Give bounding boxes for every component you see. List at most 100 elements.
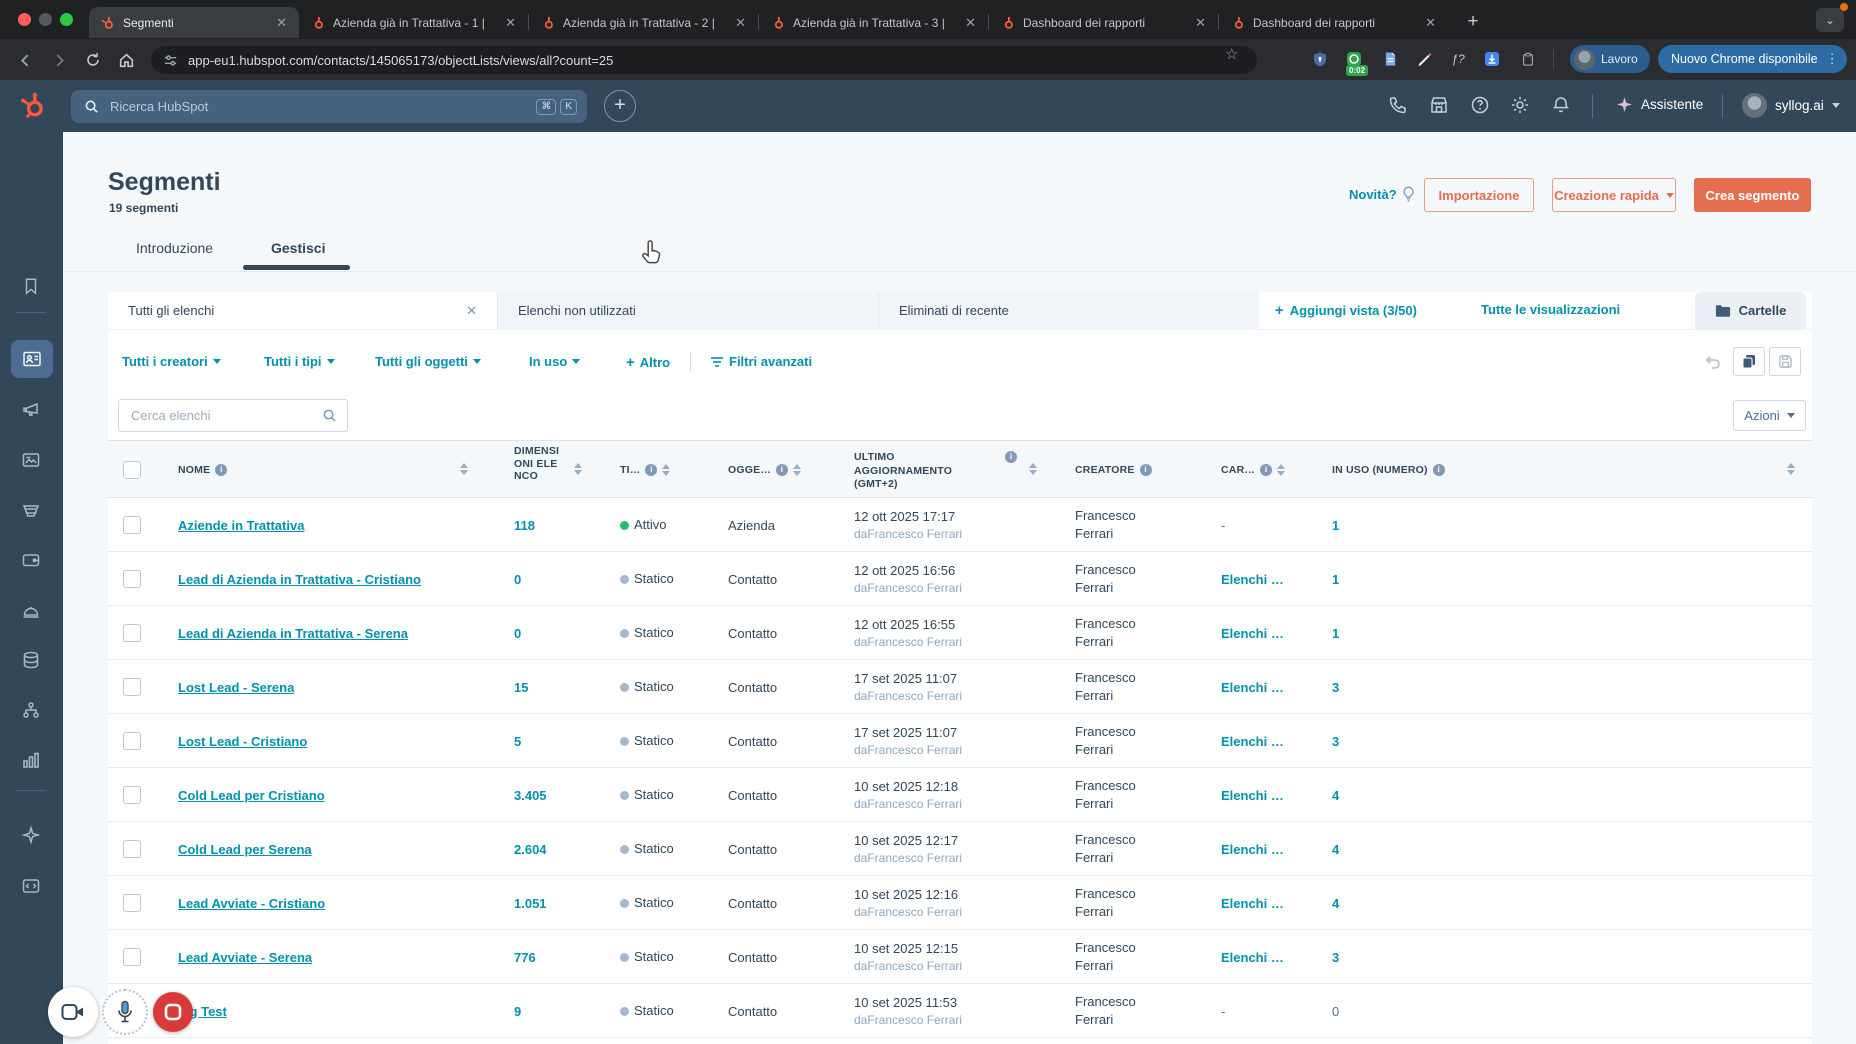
sidebar-item-data[interactable] bbox=[17, 646, 45, 674]
list-name-link[interactable]: Cold Lead per Serena bbox=[178, 822, 508, 876]
close-tab-icon[interactable]: ✕ bbox=[1423, 14, 1438, 31]
back-button[interactable] bbox=[12, 47, 38, 73]
list-search-input[interactable] bbox=[129, 407, 322, 424]
download-extension-icon[interactable] bbox=[1482, 49, 1502, 69]
create-segment-button[interactable]: Crea segmento bbox=[1694, 178, 1811, 212]
folder-link[interactable]: Elenchi … bbox=[1221, 876, 1313, 930]
list-size-link[interactable]: 0 bbox=[514, 606, 574, 660]
list-size-link[interactable]: 1.051 bbox=[514, 876, 574, 930]
save-view-button[interactable] bbox=[1769, 347, 1801, 376]
undo-button[interactable] bbox=[1697, 347, 1729, 376]
tab-search-chevron-icon[interactable]: ⌄ bbox=[1816, 8, 1844, 32]
import-button[interactable]: Importazione bbox=[1424, 178, 1534, 212]
folder-link[interactable]: Elenchi … bbox=[1221, 930, 1313, 984]
hubspot-logo[interactable] bbox=[18, 91, 48, 121]
settings-gear-icon[interactable] bbox=[1510, 95, 1532, 117]
global-search-input[interactable] bbox=[108, 98, 537, 115]
in-use-count-link[interactable]: 1 bbox=[1332, 606, 1392, 660]
list-size-link[interactable]: 776 bbox=[514, 930, 574, 984]
calls-icon[interactable] bbox=[1388, 95, 1410, 117]
sidebar-item-automation[interactable] bbox=[17, 696, 45, 724]
folder-link[interactable]: Elenchi … bbox=[1221, 606, 1313, 660]
in-use-count-link[interactable]: 1 bbox=[1332, 552, 1392, 606]
sidebar-item-service[interactable] bbox=[17, 597, 45, 625]
password-shield-icon[interactable] bbox=[1310, 49, 1330, 69]
tab-gestisci[interactable]: Gestisci bbox=[271, 240, 325, 256]
in-use-count-link[interactable]: 3 bbox=[1332, 660, 1392, 714]
sort-icon[interactable] bbox=[574, 463, 582, 475]
column-header-type[interactable]: TI… i bbox=[620, 464, 671, 476]
sidebar-item-marketing[interactable] bbox=[17, 395, 45, 423]
sidebar-item-commerce[interactable] bbox=[17, 546, 45, 574]
column-header-updated[interactable]: ULTIMO AGGIORNAMENTO (GMT+2) bbox=[854, 451, 994, 492]
list-name-link[interactable]: log Test bbox=[178, 984, 508, 1038]
forward-button[interactable] bbox=[46, 47, 72, 73]
in-use-count-link[interactable]: 3 bbox=[1332, 714, 1392, 768]
row-checkbox[interactable] bbox=[123, 732, 141, 750]
browser-menu-icon[interactable]: ⋮ bbox=[1826, 51, 1839, 67]
global-search[interactable]: ⌘ K bbox=[71, 90, 587, 123]
close-tab-icon[interactable]: ✕ bbox=[274, 14, 289, 31]
column-header-name[interactable]: NOME i bbox=[178, 464, 228, 476]
sort-icon[interactable] bbox=[1277, 464, 1286, 476]
info-icon[interactable]: i bbox=[1260, 464, 1273, 476]
row-checkbox[interactable] bbox=[123, 894, 141, 912]
address-bar[interactable]: app-eu1.hubspot.com/contacts/145065173/o… bbox=[151, 46, 1257, 74]
column-header-folder[interactable]: CAR… i bbox=[1221, 464, 1286, 476]
sidebar-item-bookmarks[interactable] bbox=[17, 272, 45, 300]
sidebar-item-developer[interactable] bbox=[17, 872, 45, 900]
browser-profile-chip[interactable]: Lavoro bbox=[1570, 45, 1650, 73]
info-icon[interactable]: i bbox=[1139, 464, 1152, 476]
view-tab-recently-deleted[interactable]: Eliminati di recente bbox=[878, 292, 1259, 329]
filter-types[interactable]: Tutti i tipi bbox=[264, 354, 335, 369]
list-name-link[interactable]: Lead Avviate - Serena bbox=[178, 930, 508, 984]
column-header-size[interactable]: DIMENSIONI ELENCO bbox=[514, 445, 560, 483]
list-name-link[interactable]: Lost Lead - Cristiano bbox=[178, 714, 508, 768]
folder-link[interactable]: Elenchi … bbox=[1221, 714, 1313, 768]
info-icon[interactable]: i bbox=[1432, 464, 1445, 476]
row-checkbox[interactable] bbox=[123, 840, 141, 858]
marketplace-icon[interactable] bbox=[1429, 95, 1451, 117]
folder-link[interactable]: - bbox=[1221, 498, 1313, 552]
filter-objects[interactable]: Tutti gli oggetti bbox=[375, 354, 481, 369]
filter-creators[interactable]: Tutti i creatori bbox=[122, 354, 221, 369]
in-use-count-link[interactable]: 4 bbox=[1332, 822, 1392, 876]
sidebar-item-content[interactable] bbox=[17, 446, 45, 474]
view-tab-unused-lists[interactable]: Elenchi non utilizzati bbox=[497, 292, 878, 329]
sort-icon[interactable] bbox=[793, 464, 802, 476]
folder-link[interactable]: Elenchi … bbox=[1221, 660, 1313, 714]
help-icon[interactable] bbox=[1470, 95, 1492, 117]
list-size-link[interactable]: 3.405 bbox=[514, 768, 574, 822]
folders-button[interactable]: Cartelle bbox=[1695, 292, 1806, 329]
site-settings-icon[interactable] bbox=[163, 53, 178, 68]
news-link[interactable]: Novità? bbox=[1349, 186, 1415, 202]
browser-tab[interactable]: Azienda già in Trattativa - 3 | ✕ bbox=[759, 7, 988, 38]
add-view-link[interactable]: + Aggiungi vista (3/50) bbox=[1275, 302, 1417, 319]
sidebar-item-ai[interactable] bbox=[17, 821, 45, 849]
in-use-count-link[interactable]: 3 bbox=[1332, 930, 1392, 984]
sort-icon[interactable] bbox=[662, 464, 671, 476]
row-checkbox[interactable] bbox=[123, 516, 141, 534]
list-size-link[interactable]: 9 bbox=[514, 984, 574, 1038]
sidebar-item-reporting[interactable] bbox=[17, 746, 45, 774]
list-name-link[interactable]: Lead Avviate - Cristiano bbox=[178, 876, 508, 930]
sidebar-item-sales[interactable] bbox=[17, 496, 45, 524]
list-size-link[interactable]: 118 bbox=[514, 498, 574, 552]
reload-button[interactable] bbox=[80, 47, 106, 73]
sort-icon[interactable] bbox=[1787, 463, 1795, 475]
quick-create-button[interactable]: Creazione rapida bbox=[1552, 178, 1676, 212]
select-all-checkbox[interactable] bbox=[123, 461, 141, 479]
column-header-creator[interactable]: CREATORE i bbox=[1075, 464, 1152, 476]
bookmark-star-icon[interactable]: ☆ bbox=[1225, 45, 1238, 63]
zoom-window-button[interactable] bbox=[60, 13, 73, 26]
column-header-in-use[interactable]: IN USO (NUMERO) i bbox=[1332, 464, 1445, 476]
close-tab-icon[interactable]: ✕ bbox=[963, 14, 978, 31]
list-size-link[interactable]: 5 bbox=[514, 714, 574, 768]
info-icon[interactable]: i bbox=[1005, 451, 1017, 463]
in-use-count-link[interactable]: 1 bbox=[1332, 498, 1392, 552]
folder-link[interactable]: Elenchi … bbox=[1221, 768, 1313, 822]
close-tab-icon[interactable]: ✕ bbox=[733, 14, 748, 31]
browser-tab[interactable]: Azienda già in Trattativa - 1 | ✕ bbox=[299, 7, 528, 38]
close-view-icon[interactable]: ✕ bbox=[466, 303, 477, 319]
account-menu[interactable]: syllog.ai bbox=[1742, 93, 1840, 118]
